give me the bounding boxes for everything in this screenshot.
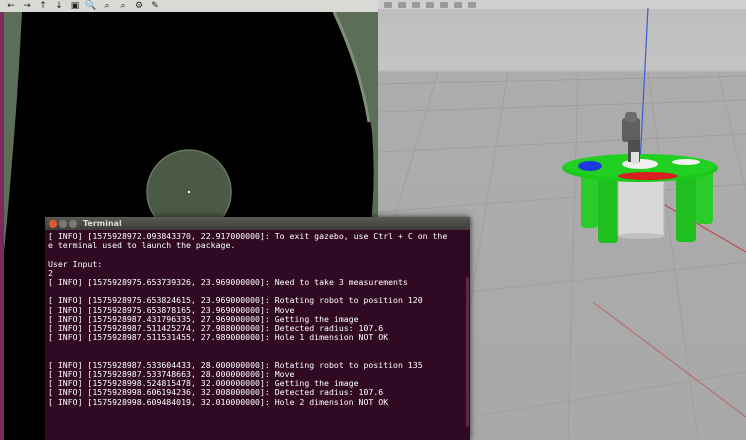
terminal-line: e terminal used to launch the package. [48,240,236,251]
arrow-left-icon[interactable]: ← [4,1,18,12]
settings-icon[interactable]: ⚙ [132,1,146,12]
hole-center-marker [187,190,191,194]
terminal-line: [ INFO] [1575928998.609484019, 32.010000… [48,396,389,407]
zoom-fit-icon[interactable]: ⌕ [100,1,114,12]
red-marker [618,172,678,180]
z-axis-line [639,7,649,166]
brush-icon[interactable]: ✎ [148,1,162,12]
viewer-toolbar: ← → ↑ ↓ ▣ 🔍 ⌕ ⌕ ⚙ ✎ [0,0,378,12]
camera-image-view [4,12,378,252]
blue-marker [578,161,602,171]
zoom-icon[interactable]: 🔍 [84,1,98,12]
terminal-scrollbar[interactable] [466,277,469,427]
terminal-output[interactable]: [ INFO] [1575928972.093843370, 22.917000… [45,230,470,437]
table-leg [598,175,618,243]
terminal-line: [ INFO] [1575928987.511531455, 27.989000… [48,332,389,343]
terminal-window[interactable]: Terminal [ INFO] [1575928972.093843370, … [45,217,470,440]
zoom-reset-icon[interactable]: ⌕ [116,1,130,12]
base-cylinder [617,179,665,237]
camera-image [4,12,378,252]
arrow-down-icon[interactable]: ↓ [52,1,66,12]
save-icon[interactable]: ▣ [68,1,82,12]
terminal-title: Terminal [83,219,122,228]
terminal-line: User Input: [48,258,103,269]
arrow-right-icon[interactable]: → [20,1,34,12]
maximize-icon[interactable] [69,219,77,228]
table-leg [676,172,696,242]
white-marker [672,159,700,165]
terminal-titlebar[interactable]: Terminal [45,217,470,230]
terminal-line: [ INFO] [1575928975.653739326, 23.969000… [48,277,408,287]
close-icon[interactable] [49,219,57,228]
arrow-up-icon[interactable]: ↑ [36,1,50,12]
minimize-icon[interactable] [59,219,67,228]
